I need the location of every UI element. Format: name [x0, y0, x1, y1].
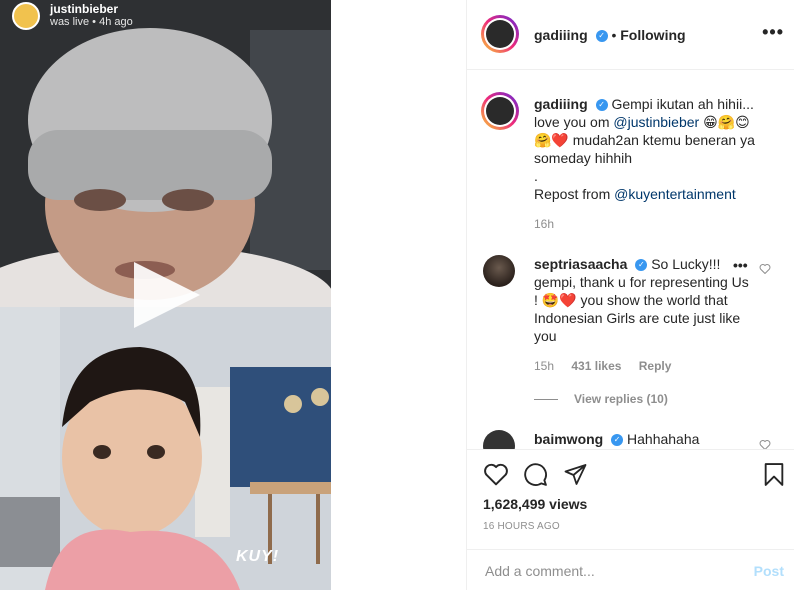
- verified-badge-icon: ✓: [595, 99, 608, 112]
- share-icon[interactable]: [563, 462, 588, 486]
- comment-text: Hahhahaha: [627, 431, 700, 447]
- view-replies-label[interactable]: View replies (10): [574, 392, 668, 406]
- comment-input[interactable]: [483, 562, 737, 580]
- more-options-icon[interactable]: •••: [762, 22, 784, 43]
- livestream-person-illustration: [0, 0, 331, 307]
- live-bottom-frame: KUY!: [0, 307, 331, 590]
- child-room-illustration: [0, 307, 331, 590]
- comment-username[interactable]: septriasaacha: [534, 256, 627, 272]
- caption-time: 16h: [534, 217, 555, 231]
- caption-dot: .: [534, 168, 538, 184]
- verified-badge-icon: ✓: [595, 30, 608, 43]
- live-top-frame: justinbieber was live • 4h ago: [0, 0, 331, 307]
- live-status: was live • 4h ago: [50, 16, 133, 28]
- video-media[interactable]: justinbieber was live • 4h ago KUY!: [0, 0, 331, 590]
- post-panel: gadiiing ✓ • Following ••• gadiiing ✓ Ge…: [467, 0, 794, 590]
- live-header[interactable]: justinbieber was live • 4h ago: [12, 2, 133, 30]
- comment-time: 15h: [534, 359, 555, 373]
- post-timestamp[interactable]: 16 HOURS AGO: [483, 521, 560, 532]
- comment-like-heart-icon[interactable]: [759, 263, 771, 274]
- caption-author-avatar[interactable]: [481, 92, 519, 130]
- post-caption: gadiiing ✓ Gempi ikutan ah hihii... love…: [534, 95, 779, 203]
- caption-emoji-1: 😁🤗😊: [699, 114, 750, 130]
- comment-meta: 15h 431 likes Reply: [534, 359, 685, 373]
- bookmark-icon[interactable]: [763, 462, 785, 487]
- caption-username[interactable]: gadiiing: [534, 96, 588, 112]
- comment-item: baimwong ✓ Hahhahaha: [534, 431, 699, 447]
- following-button[interactable]: Following: [620, 27, 685, 43]
- comment-options-icon[interactable]: •••: [733, 257, 748, 273]
- view-count[interactable]: 1,628,499 views: [483, 496, 587, 512]
- kuy-watermark: KUY!: [236, 548, 280, 565]
- author-avatar[interactable]: [481, 15, 519, 53]
- live-user-avatar[interactable]: [12, 2, 40, 30]
- action-bar: 1,628,499 views 16 HOURS AGO: [467, 449, 794, 550]
- caption-repost-text: Repost from: [534, 186, 615, 202]
- verified-badge-icon: ✓: [635, 259, 648, 272]
- play-icon[interactable]: [134, 262, 200, 328]
- caption-text-2: 🤗❤️ mudah2an ktemu beneran ya someday hi…: [534, 132, 755, 166]
- comment-username[interactable]: baimwong: [534, 431, 603, 447]
- post-header: gadiiing ✓ • Following •••: [467, 0, 794, 70]
- comments-list[interactable]: gadiiing ✓ Gempi ikutan ah hihii... love…: [467, 71, 794, 449]
- post-comment-button[interactable]: Post: [754, 563, 784, 579]
- reply-button[interactable]: Reply: [639, 359, 672, 373]
- mention-justinbieber[interactable]: @justinbieber: [613, 114, 699, 130]
- view-replies-button[interactable]: View replies (10): [534, 392, 668, 406]
- live-username[interactable]: justinbieber: [50, 3, 133, 16]
- comment-likes[interactable]: 431 likes: [571, 359, 621, 373]
- verified-badge-icon: ✓: [611, 434, 624, 447]
- mention-kuyentertainment[interactable]: @kuyentertainment: [614, 186, 736, 202]
- comment-like-heart-icon[interactable]: [759, 439, 771, 449]
- comment-icon[interactable]: [523, 462, 548, 487]
- commenter-avatar[interactable]: [483, 255, 515, 287]
- commenter-avatar[interactable]: [483, 430, 515, 449]
- heart-icon[interactable]: [483, 462, 509, 486]
- replies-line: [534, 399, 558, 401]
- add-comment-bar: Post: [467, 549, 794, 590]
- author-username[interactable]: gadiiing: [534, 27, 588, 43]
- comment-item: septriasaacha ✓ So Lucky!!! gempi, thank…: [534, 255, 749, 345]
